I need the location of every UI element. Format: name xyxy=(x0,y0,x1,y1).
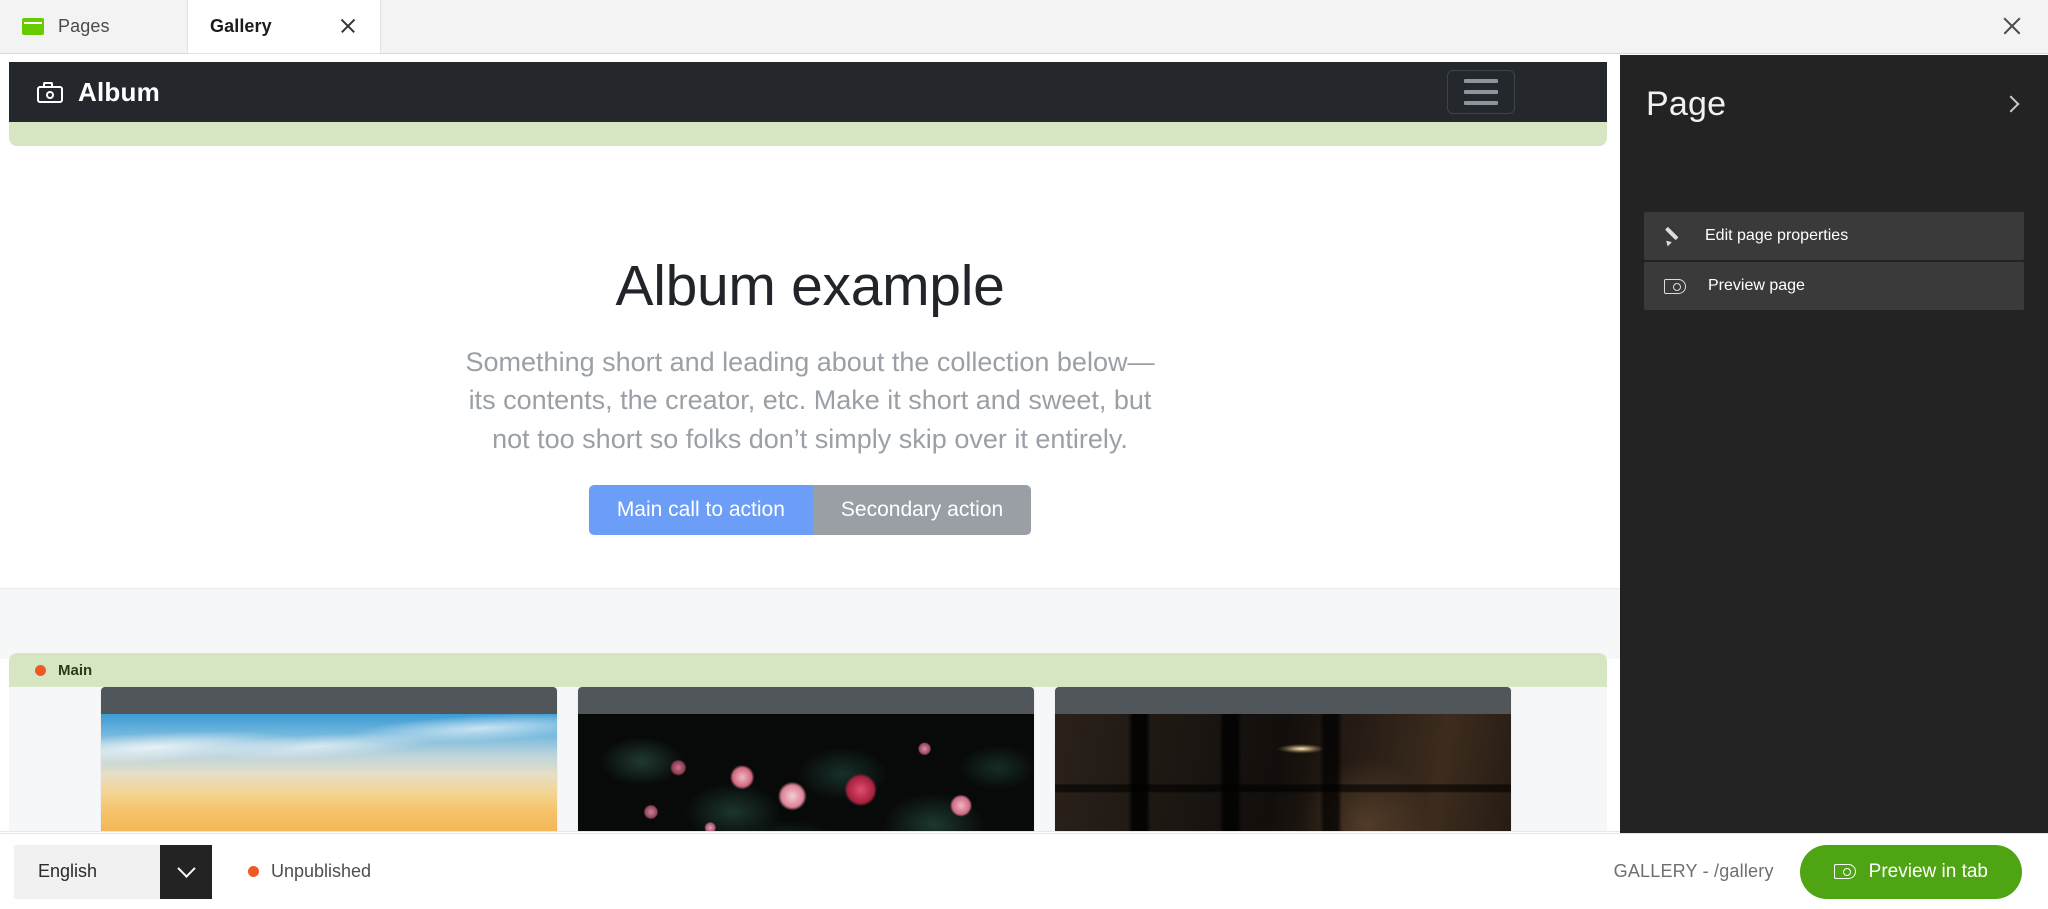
edit-page-properties-label: Edit page properties xyxy=(1705,227,1849,244)
panel-title: Page xyxy=(1646,85,1727,123)
page-path-label: GALLERY - /gallery xyxy=(1613,861,1774,881)
gallery-card-grid xyxy=(9,687,1607,832)
card-header-bar xyxy=(578,687,1034,714)
preview-page-item[interactable]: Preview page xyxy=(1644,262,2024,310)
hero-buttons: Main call to action Secondary action xyxy=(588,484,1032,535)
eye-icon xyxy=(1664,278,1686,294)
preview-page-label: Preview page xyxy=(1708,277,1805,294)
gallery-card[interactable] xyxy=(578,687,1034,832)
chevron-down-icon[interactable] xyxy=(160,844,212,899)
close-icon[interactable] xyxy=(338,16,358,36)
site-header: Album xyxy=(9,62,1607,122)
tab-bar: Pages Gallery xyxy=(0,0,2048,54)
main-call-to-action-button[interactable]: Main call to action xyxy=(588,484,813,535)
pages-icon xyxy=(22,17,44,35)
edit-page-properties-item[interactable]: Edit page properties xyxy=(1644,212,2024,260)
close-window-icon[interactable] xyxy=(1996,10,2028,42)
secondary-action-button[interactable]: Secondary action xyxy=(812,484,1032,535)
page-title: Album example xyxy=(615,254,1005,318)
section-label-text: Main xyxy=(58,661,93,679)
site-brand[interactable]: Album xyxy=(37,77,160,108)
page-side-panel: Page Edit page properties Preview page xyxy=(1620,55,2048,833)
panel-header: Page xyxy=(1620,55,2048,124)
pencil-icon xyxy=(1664,227,1683,246)
panel-action-list: Edit page properties Preview page xyxy=(1620,212,2048,310)
tab-gallery-label: Gallery xyxy=(210,15,272,36)
status-bar-right: GALLERY - /gallery Preview in tab xyxy=(1613,844,2048,899)
night-building-photo xyxy=(1055,714,1511,832)
gallery-card[interactable] xyxy=(1055,687,1511,832)
site-brand-label: Album xyxy=(78,76,160,107)
card-header-bar xyxy=(101,687,557,714)
language-selector[interactable]: English xyxy=(14,844,212,899)
hero-section: Album example Something short and leadin… xyxy=(0,146,1620,588)
chevron-right-icon[interactable] xyxy=(2000,94,2022,116)
page-canvas: Album Album example Something short and … xyxy=(0,55,1620,832)
tab-pages[interactable]: Pages xyxy=(0,0,188,53)
tab-gallery[interactable]: Gallery xyxy=(188,0,380,53)
card-header-bar xyxy=(1055,687,1511,714)
hamburger-icon[interactable] xyxy=(1447,70,1515,114)
preview-in-tab-label: Preview in tab xyxy=(1868,860,1988,882)
eye-icon xyxy=(1833,864,1856,879)
dark-floral-photo xyxy=(578,714,1034,832)
tab-pages-label: Pages xyxy=(58,15,110,36)
camera-icon xyxy=(37,81,63,103)
canvas-bottom-edge xyxy=(0,831,1620,832)
sunset-sky-photo xyxy=(101,714,557,832)
publish-status-dot-icon xyxy=(248,866,259,877)
section-label-main[interactable]: Main xyxy=(9,653,1607,687)
publish-status-label: Unpublished xyxy=(271,861,372,881)
publish-status: Unpublished xyxy=(248,861,371,882)
gallery-card[interactable] xyxy=(101,687,557,832)
section-status-dot-icon xyxy=(35,664,46,676)
language-selector-value: English xyxy=(14,844,160,899)
status-bar: English Unpublished GALLERY - /gallery P… xyxy=(0,833,2048,909)
header-block-highlight xyxy=(9,122,1607,146)
hero-divider-band xyxy=(0,588,1620,659)
preview-in-tab-button[interactable]: Preview in tab xyxy=(1799,844,2022,899)
hero-subtitle: Something short and leading about the co… xyxy=(465,347,1155,454)
